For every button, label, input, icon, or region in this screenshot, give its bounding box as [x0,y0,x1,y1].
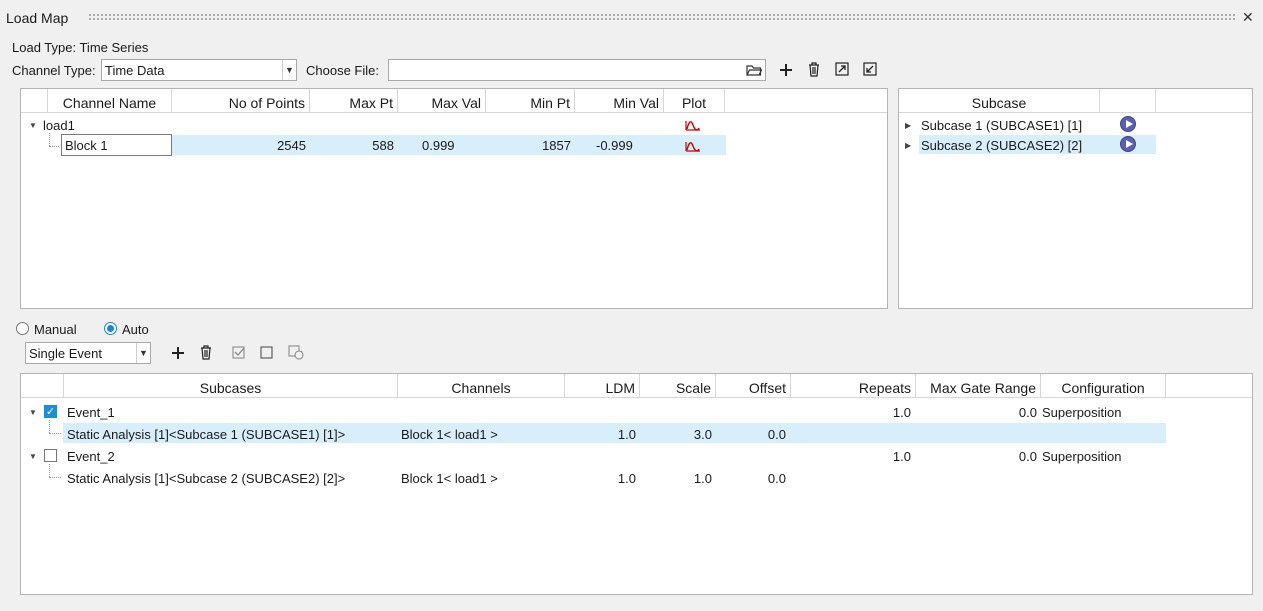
chevron-down-icon: ▼ [136,343,150,363]
cell-subcase: Static Analysis [1]<Subcase 1 (SUBCASE1)… [67,427,346,442]
close-icon[interactable]: ✕ [1242,9,1254,26]
col-max-val[interactable]: Max Val [398,89,486,113]
choose-file-input[interactable] [388,59,766,81]
subcase-item[interactable]: Subcase 1 (SUBCASE1) [1] [921,118,1082,133]
group-load1[interactable]: load1 [43,118,75,133]
cell-min-val: -0.999 [596,138,633,153]
event-type-select[interactable]: Single Event ▼ [25,342,151,364]
channel-type-select[interactable]: Time Data ▼ [101,59,297,81]
channels-table: Channel Name No of Points Max Pt Max Val… [20,88,888,309]
col-channels[interactable]: Channels [398,374,565,398]
tree-line [49,133,50,146]
col-subcase[interactable]: Subcase [899,89,1100,113]
choose-file-label: Choose File: [306,63,379,78]
col-channel-name[interactable]: Channel Name [48,89,172,113]
tree-line [49,433,61,434]
cell-offset: 0.0 [767,471,786,486]
event-type-value: Single Event [29,346,102,361]
cell-subcase: Static Analysis [1]<Subcase 2 (SUBCASE2)… [67,471,346,486]
header-filler [1166,374,1252,398]
cell-channel: Block 1< load1 > [401,471,498,486]
play-icon[interactable] [1120,136,1136,152]
col-repeats[interactable]: Repeats [791,374,916,398]
cell-max-gate-range: 0.0 [1018,449,1037,464]
cell-configuration: Superposition [1042,405,1122,420]
tree-line [49,464,50,477]
event-checkbox[interactable] [44,449,57,462]
channel-name-editor[interactable]: Block 1 [61,134,172,156]
check-all-icon[interactable] [232,346,246,359]
drag-grip[interactable] [88,13,1236,21]
cell-repeats: 1.0 [892,405,911,420]
events-table: Subcases Channels LDM Scale Offset Repea… [20,373,1253,595]
header-spacer [21,374,64,398]
col-subcases[interactable]: Subcases [64,374,398,398]
col-ldm[interactable]: LDM [565,374,640,398]
manual-radio[interactable] [16,322,29,335]
chevron-down-icon: ▼ [282,60,296,80]
col-offset[interactable]: Offset [716,374,791,398]
cell-min-pt: 1857 [542,138,571,153]
cell-ldm: 1.0 [617,471,636,486]
cell-repeats: 1.0 [892,449,911,464]
event-name[interactable]: Event_2 [67,449,115,464]
channel-name-value: Block 1 [65,138,108,153]
cell-ldm: 1.0 [617,427,636,442]
col-no-of-points[interactable]: No of Points [172,89,310,113]
play-icon[interactable] [1120,116,1136,132]
folder-open-icon[interactable] [746,63,762,77]
cell-max-gate-range: 0.0 [1018,405,1037,420]
col-min-pt[interactable]: Min Pt [486,89,575,113]
event-name[interactable]: Event_1 [67,405,115,420]
refresh-icon[interactable] [288,345,304,360]
collapse-icon[interactable]: ▼ [29,121,37,130]
cell-max-pt: 588 [372,138,394,153]
col-max-gate-range[interactable]: Max Gate Range [916,374,1041,398]
cell-no-of-points: 2545 [277,138,306,153]
col-max-pt[interactable]: Max Pt [310,89,398,113]
cell-scale: 1.0 [693,471,712,486]
expand-icon[interactable]: ▶ [905,121,911,130]
subcase-item[interactable]: Subcase 2 (SUBCASE2) [2] [921,138,1082,153]
manual-label: Manual [34,322,77,337]
delete-icon[interactable] [807,62,821,77]
auto-label: Auto [122,322,149,337]
add-icon[interactable] [779,63,793,77]
col-min-val[interactable]: Min Val [575,89,664,113]
uncheck-all-icon[interactable] [260,346,273,359]
plot-icon[interactable] [685,140,701,152]
cell-configuration: Superposition [1042,449,1122,464]
col-configuration[interactable]: Configuration [1041,374,1166,398]
subcase-panel: Subcase ▶ Subcase 1 (SUBCASE1) [1] ▶ Sub… [898,88,1253,309]
header-filler [725,89,887,113]
channel-type-label: Channel Type: [12,63,96,78]
cell-channel: Block 1< load1 > [401,427,498,442]
col-scale[interactable]: Scale [640,374,716,398]
auto-radio[interactable] [104,322,117,335]
tree-line [49,146,59,147]
expand-icon[interactable]: ▶ [905,141,911,150]
event-checkbox[interactable]: ✓ [44,405,57,418]
add-event-icon[interactable] [171,346,185,360]
tree-line [49,420,50,433]
collapse-icon[interactable]: ▼ [29,408,37,417]
header-filler [1156,89,1252,113]
col-plot[interactable]: Plot [664,89,725,113]
header-spacer [21,89,48,113]
cell-max-val: 0.999 [422,138,455,153]
tree-line [49,477,61,478]
import-icon[interactable] [863,62,877,76]
export-icon[interactable] [835,62,849,76]
window-title: Load Map [6,10,69,26]
collapse-icon[interactable]: ▼ [29,452,37,461]
title-bar: Load Map ✕ [0,0,1263,34]
header-spacer [1100,89,1156,113]
plot-icon[interactable] [685,119,701,131]
load-type-label: Load Type: Time Series [12,40,149,55]
cell-scale: 3.0 [693,427,712,442]
cell-offset: 0.0 [767,427,786,442]
channel-type-value: Time Data [105,63,165,78]
delete-event-icon[interactable] [199,345,213,360]
